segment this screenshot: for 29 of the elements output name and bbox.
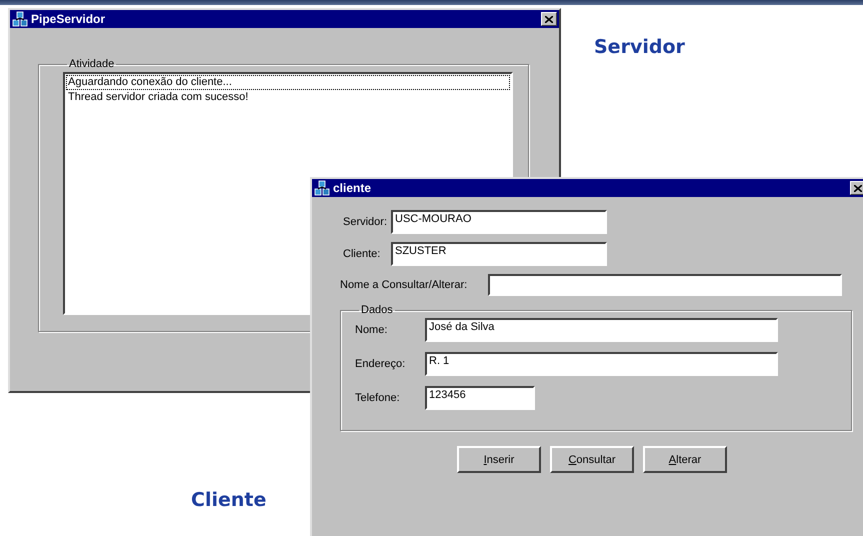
field-label: Servidor: <box>343 216 388 228</box>
client-caption: Cliente <box>191 489 266 511</box>
text-field[interactable]: R. 1 <box>425 352 778 376</box>
push-button[interactable]: Alterar <box>643 446 727 473</box>
field-label: Telefone: <box>355 392 401 404</box>
text-field[interactable]: SZUSTER <box>391 242 607 266</box>
field-label: Cliente: <box>343 248 382 260</box>
text-field[interactable] <box>488 274 842 296</box>
text-field[interactable]: USC-MOURAO <box>391 210 607 234</box>
cubes-icon <box>12 11 28 27</box>
window-title: PipeServidor <box>31 12 106 26</box>
text-field[interactable]: José da Silva <box>425 318 778 342</box>
field-label: Nome a Consultar/Alterar: <box>340 279 468 291</box>
push-button[interactable]: Consultar <box>550 446 634 473</box>
field-label: Endereço: <box>355 358 406 370</box>
close-icon <box>545 16 553 22</box>
log-entry[interactable]: Aguardando conexão do cliente... <box>66 75 510 90</box>
server-caption: Servidor <box>594 36 685 58</box>
text-field[interactable]: 123456 <box>425 386 535 410</box>
close-icon <box>854 184 862 192</box>
log-entry[interactable]: Thread servidor criada com sucesso! <box>66 90 510 105</box>
cubes-icon <box>314 180 330 196</box>
group-label: Atividade <box>68 58 116 70</box>
push-button[interactable]: Inserir <box>457 446 541 473</box>
window-title: cliente <box>333 181 372 195</box>
close-button[interactable] <box>541 12 557 26</box>
field-label: Nome: <box>355 324 388 336</box>
close-button[interactable] <box>850 181 863 195</box>
group-label: Dados <box>360 304 394 316</box>
